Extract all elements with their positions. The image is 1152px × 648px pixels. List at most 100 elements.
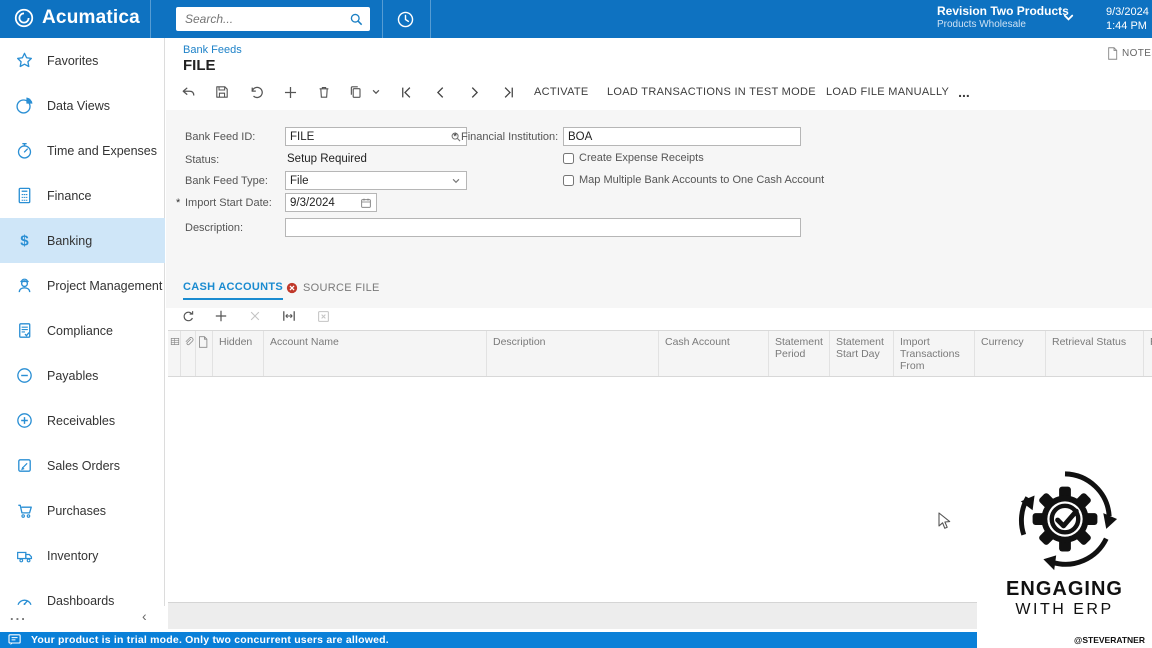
column-header-retrieval-status[interactable]: Retrieval Status [1046, 331, 1144, 376]
column-header-truncated[interactable]: Re [1144, 331, 1152, 376]
bank-feed-id-input[interactable] [286, 131, 450, 143]
sidebar-item-receivables[interactable]: Receivables [0, 398, 165, 443]
sidebar-item-project-management[interactable]: Project Management [0, 263, 165, 308]
engaging-with-erp-watermark: ENGAGING WITH ERP @STEVERATNER [977, 460, 1152, 648]
business-date-icon[interactable] [392, 7, 418, 31]
sidebar-item-compliance[interactable]: Compliance [0, 308, 165, 353]
column-header-hidden[interactable]: Hidden [213, 331, 264, 376]
status-label: Status: [185, 154, 219, 166]
acumatica-app: Acumatica Revision Two Products Products… [0, 0, 1152, 648]
file-icon[interactable] [196, 331, 213, 376]
go-first-button[interactable] [394, 79, 418, 105]
sidebar-item-finance[interactable]: Finance [0, 173, 165, 218]
load-file-manually-button[interactable]: LOAD FILE MANUALLY [826, 79, 949, 105]
search-input[interactable] [176, 12, 349, 26]
copy-paste-menu-chevron-icon[interactable] [368, 79, 384, 105]
sidebar-item-favorites[interactable]: Favorites [0, 38, 165, 83]
go-last-button[interactable] [496, 79, 520, 105]
grid-delete-row-button[interactable] [243, 304, 267, 328]
time-value: 1:44 PM [1106, 19, 1149, 33]
bank-feed-type-select[interactable] [285, 171, 467, 190]
tenant-selector[interactable]: Revision Two Products Products Wholesale [937, 4, 1069, 31]
toolbar-more-button[interactable]: ... [954, 79, 974, 105]
description-label: Description: [185, 222, 243, 234]
activate-button[interactable]: ACTIVATE [534, 79, 589, 105]
acumatica-logo[interactable]: Acumatica [13, 7, 140, 29]
load-transactions-test-mode-button[interactable]: LOAD TRANSACTIONS IN TEST MODE [607, 79, 816, 105]
trial-message-icon [8, 634, 22, 646]
search-icon[interactable] [349, 12, 370, 27]
column-header-statement-start-day[interactable]: Statement Start Day [830, 331, 894, 376]
sidebar-item-time-and-expenses[interactable]: Time and Expenses [0, 128, 165, 173]
go-previous-button[interactable] [428, 79, 452, 105]
dollar-icon: $ [15, 231, 34, 250]
calendar-icon[interactable] [360, 197, 376, 209]
save-button[interactable] [210, 79, 234, 105]
column-header-currency[interactable]: Currency [975, 331, 1046, 376]
financial-institution-input[interactable] [564, 131, 800, 143]
pie-chart-icon [15, 96, 34, 115]
sidebar-more-button[interactable]: ... [10, 608, 27, 623]
undo-button[interactable] [244, 79, 268, 105]
date-value: 9/3/2024 [1106, 5, 1149, 19]
sidebar-item-banking[interactable]: $ Banking [0, 218, 165, 263]
trial-message: Your product is in trial mode. Only two … [31, 634, 389, 646]
sidebar-item-sales-orders[interactable]: Sales Orders [0, 443, 165, 488]
checkbox[interactable] [563, 175, 574, 186]
sidebar-item-data-views[interactable]: Data Views [0, 83, 165, 128]
grid-refresh-button[interactable] [176, 304, 200, 328]
tab-cash-accounts[interactable]: CASH ACCOUNTS [183, 276, 283, 300]
pencil-square-icon [15, 456, 34, 475]
breadcrumb[interactable]: Bank Feeds [183, 44, 242, 56]
notes-button[interactable]: NOTES [1107, 47, 1152, 60]
import-start-date-field[interactable] [285, 193, 377, 212]
back-button[interactable] [176, 79, 200, 105]
chevron-down-icon[interactable] [451, 176, 466, 186]
map-multiple-accounts-checkbox[interactable]: Map Multiple Bank Accounts to One Cash A… [563, 174, 824, 186]
plus-circle-icon [15, 411, 34, 430]
column-header-import-transactions-from[interactable]: Import Transactions From [894, 331, 975, 376]
go-next-button[interactable] [462, 79, 486, 105]
sidebar-item-purchases[interactable]: Purchases [0, 488, 165, 533]
paperclip-icon[interactable] [181, 331, 196, 376]
worker-icon [15, 276, 34, 295]
global-search[interactable] [176, 7, 370, 31]
sidebar-nav: Favorites Data Views Time and Expenses F… [0, 38, 165, 632]
grid-export-excel-button[interactable] [311, 304, 335, 328]
sidebar-item-inventory[interactable]: Inventory [0, 533, 165, 578]
checkbox[interactable] [563, 153, 574, 164]
stopwatch-icon [15, 141, 34, 160]
column-header-description[interactable]: Description [487, 331, 659, 376]
grid-settings-icon[interactable] [168, 331, 181, 376]
business-date[interactable]: 9/3/2024 1:44 PM [1106, 5, 1149, 33]
cart-icon [15, 501, 34, 520]
bank-feed-id-label: Bank Feed ID: [185, 131, 255, 143]
description-input[interactable] [286, 222, 800, 234]
copy-paste-button[interactable] [344, 79, 368, 105]
create-expense-receipts-checkbox[interactable]: Create Expense Receipts [563, 152, 704, 164]
truck-icon [15, 546, 34, 565]
column-header-statement-period[interactable]: Statement Period [769, 331, 830, 376]
import-start-date-label: Import Start Date: [185, 197, 272, 209]
add-record-button[interactable] [278, 79, 302, 105]
sidebar-collapse-icon[interactable]: ‹ [142, 608, 147, 624]
sidebar-item-payables[interactable]: Payables [0, 353, 165, 398]
delete-record-button[interactable] [312, 79, 336, 105]
watermark-title: ENGAGING [977, 578, 1152, 601]
bank-feed-type-input[interactable] [286, 175, 451, 187]
financial-institution-field[interactable] [563, 127, 801, 146]
calculator-icon [15, 186, 34, 205]
grid-add-row-button[interactable] [209, 304, 233, 328]
column-header-account-name[interactable]: Account Name [264, 331, 487, 376]
star-icon [15, 51, 34, 70]
column-header-cash-account[interactable]: Cash Account [659, 331, 769, 376]
import-start-date-input[interactable] [286, 197, 360, 209]
chevron-down-icon[interactable] [1062, 11, 1075, 24]
grid-fit-width-button[interactable] [277, 304, 301, 328]
status-value: Setup Required [287, 153, 367, 165]
description-field[interactable] [285, 218, 801, 237]
tenant-company: Products Wholesale [937, 19, 1069, 31]
tab-source-file[interactable]: SOURCE FILE [286, 276, 380, 300]
bank-feed-id-field[interactable] [285, 127, 467, 146]
top-bar: Acumatica Revision Two Products Products… [0, 0, 1152, 38]
